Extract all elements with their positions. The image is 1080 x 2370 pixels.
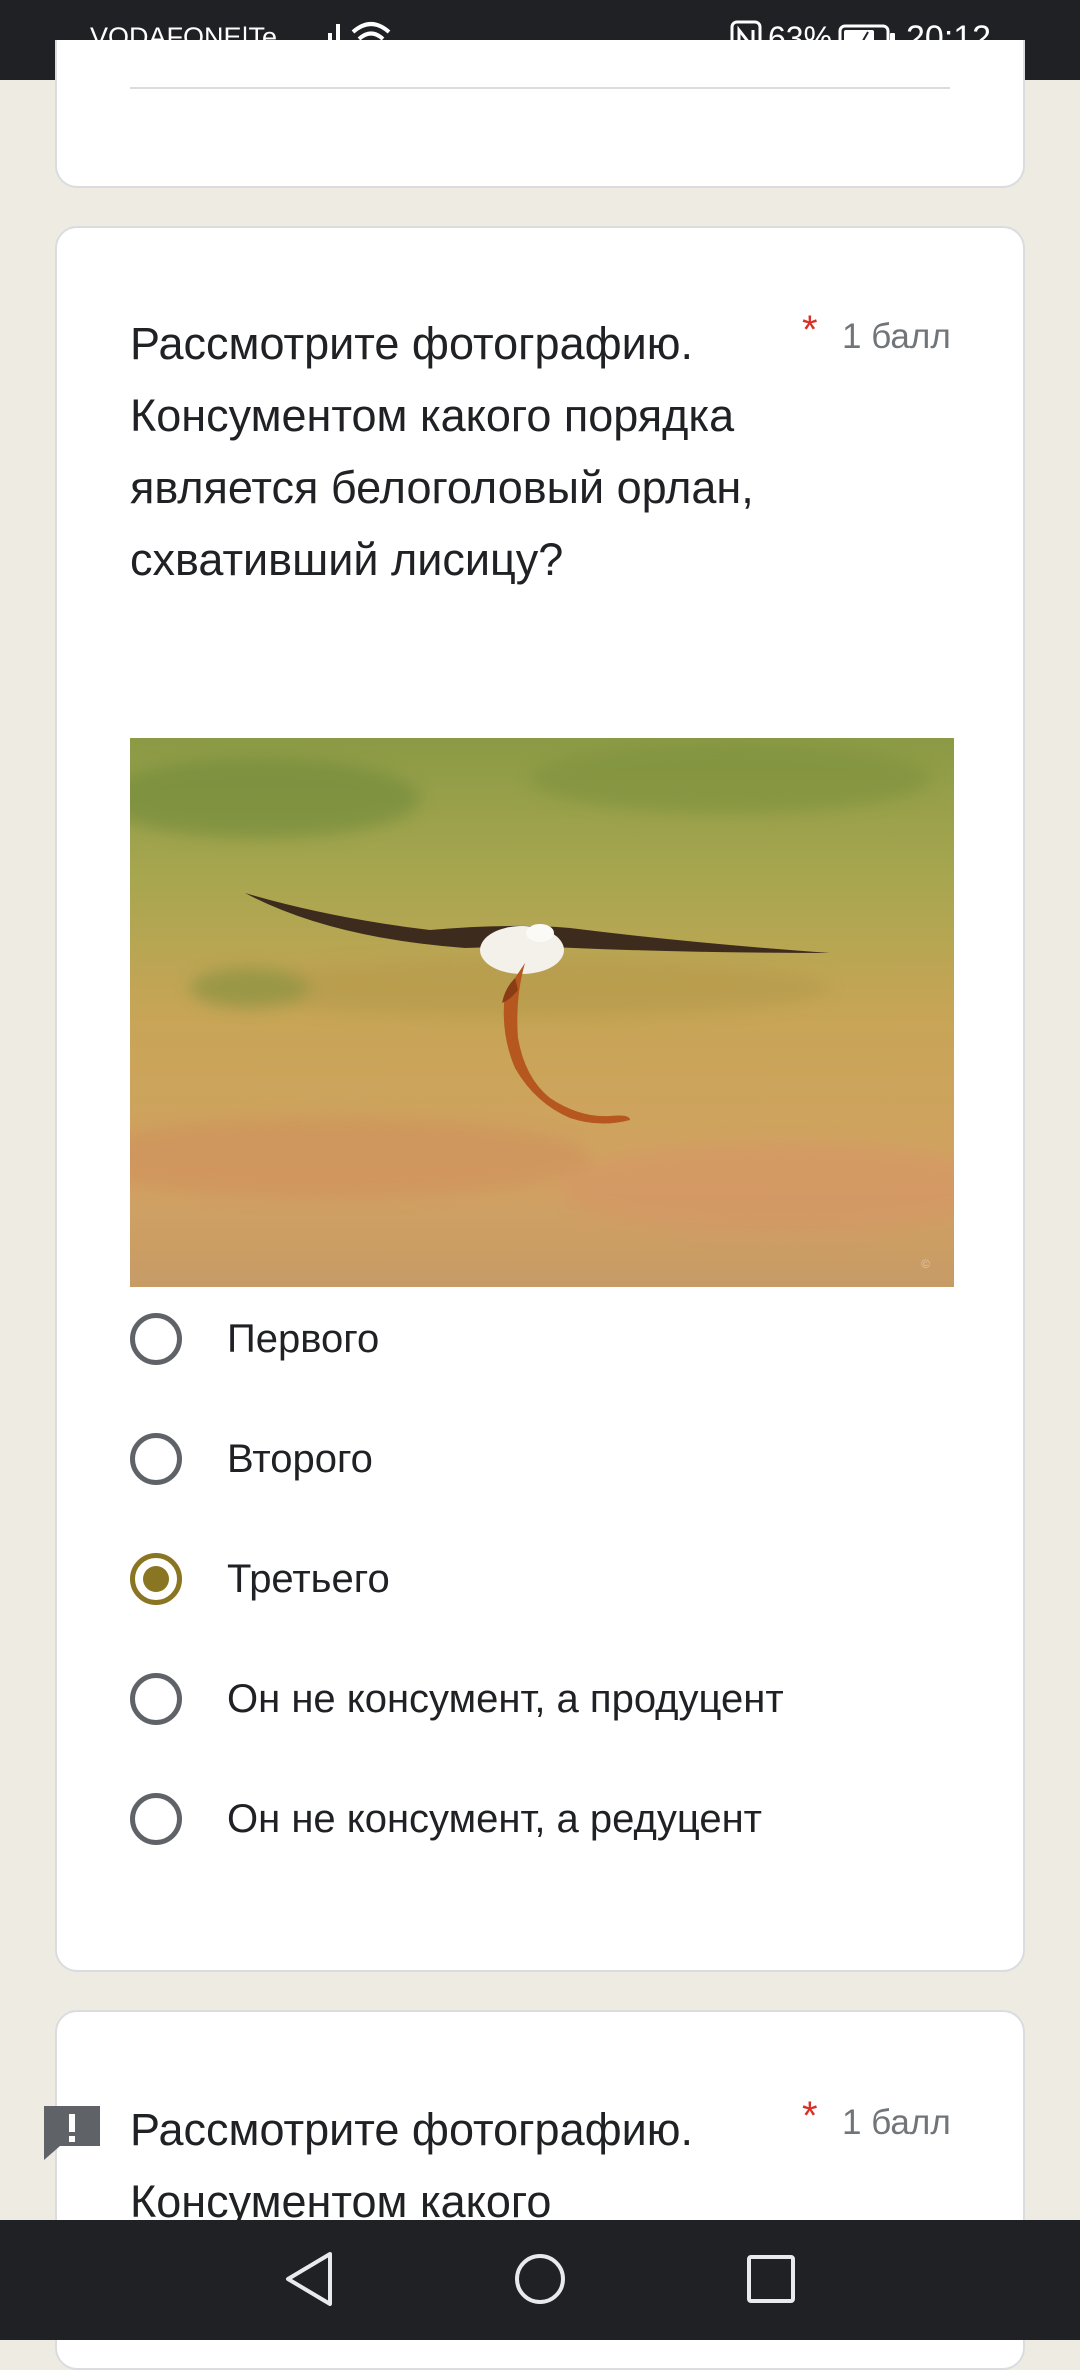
option-label: Он не консумент, а продуцент	[227, 1676, 784, 1721]
required-asterisk: *	[802, 2094, 818, 2138]
radio-button-selected[interactable]	[130, 1553, 182, 1605]
question-title: Рассмотрите фотографию. Консументом како…	[130, 318, 754, 585]
eagle-fox-photo: ©	[130, 738, 954, 1287]
recents-square-icon[interactable]	[744, 2250, 798, 2313]
option-decomposer[interactable]: Он не консумент, а редуцент	[130, 1784, 950, 1854]
back-triangle-icon[interactable]	[282, 2250, 336, 2313]
system-nav-bar	[0, 2220, 1080, 2340]
required-asterisk: *	[802, 308, 818, 352]
option-label: Первого	[227, 1316, 380, 1361]
option-label: Он не консумент, а редуцент	[227, 1796, 762, 1841]
home-circle-icon[interactable]	[513, 2250, 567, 2313]
option-second[interactable]: Второго	[130, 1424, 950, 1494]
question-title: Рассмотрите фотографию. Консументом како…	[130, 2104, 694, 2227]
radio-button[interactable]	[130, 1313, 182, 1365]
option-producer[interactable]: Он не консумент, а продуцент	[130, 1664, 950, 1734]
option-label: Второго	[227, 1436, 373, 1481]
question-points: 1 балл	[842, 2103, 951, 2142]
option-third[interactable]: Третьего	[130, 1544, 950, 1614]
report-feedback-icon[interactable]	[40, 2100, 104, 2169]
radio-dot	[143, 1566, 169, 1592]
radio-button[interactable]	[130, 1673, 182, 1725]
radio-button[interactable]	[130, 1433, 182, 1485]
svg-text:©: ©	[921, 1257, 930, 1271]
previous-question-card	[55, 40, 1025, 188]
question-points: 1 балл	[842, 317, 951, 356]
question-card: Рассмотрите фотографию. Консументом како…	[55, 226, 1025, 1972]
option-first[interactable]: Первого	[130, 1304, 950, 1374]
answer-underline	[130, 87, 950, 89]
option-label: Третьего	[227, 1556, 390, 1601]
radio-button[interactable]	[130, 1793, 182, 1845]
